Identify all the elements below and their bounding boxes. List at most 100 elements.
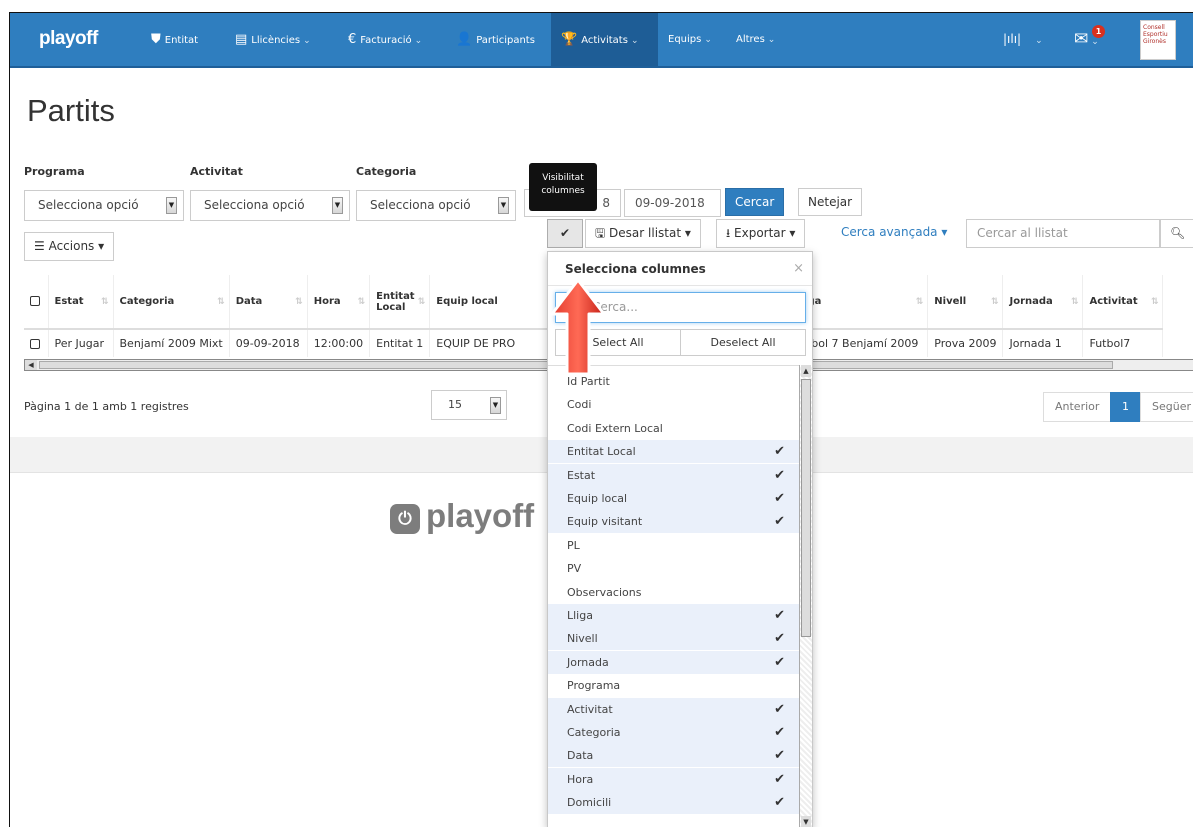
nav-item-stats[interactable]: |ılı| ⌄ [1003,13,1043,66]
column-option-label: Lliga [567,609,593,622]
header-label: Entitat Local [376,290,415,313]
header-label: Equip local [436,296,498,307]
column-option-label: PV [567,562,582,576]
playoff-logo-icon: ⏻ [390,504,420,534]
column-option[interactable]: Categoria ✔ [548,721,799,744]
column-header[interactable]: Entitat Local ⇅ [369,275,431,330]
column-header[interactable]: Estat ⇅ [48,275,114,330]
vertical-scrollbar[interactable]: ▲ ▼ [799,365,812,827]
caret-icon: ▾ [785,226,796,240]
save-list-button[interactable]: 🖫 Desar llistat ▾ [585,219,701,248]
current-page-button[interactable]: 1 [1110,392,1141,422]
cell-categoria: Benjamí 2009 Mixt [113,329,230,357]
header-label: Hora [313,296,341,307]
save-list-label: Desar llistat [609,226,682,240]
nav-item-activitats[interactable]: 🏆 Activitats ⌄ [551,13,658,66]
column-option[interactable]: Domicili ✔ [548,791,799,815]
column-option[interactable]: Codi [548,393,799,416]
nav-item-llicencies[interactable]: ▤ Llicències ⌄ [235,13,311,66]
column-option[interactable]: Lliga ✔ [548,604,799,627]
column-option-label: Data [567,749,594,763]
scroll-thumb[interactable] [801,379,811,637]
column-option-label: Equip local [567,492,628,505]
column-option-label: Programa [567,679,621,693]
nav-item-facturacio[interactable]: € Facturació ⌄ [348,13,422,66]
select-value: Selecciona opció [204,198,305,212]
column-visibility-button[interactable]: ✔ [547,219,583,248]
column-header[interactable]: Data ⇅ [229,275,308,330]
scroll-left-icon[interactable]: ◀ [25,360,37,370]
prev-page-button[interactable]: Anterior [1043,392,1112,422]
organization-logo[interactable]: Consell Esportiu Gironès [1140,20,1176,60]
column-header[interactable]: Jornada ⇅ [1002,275,1084,330]
nav-item-entitat[interactable]: ⛊ Entitat [151,13,198,66]
clear-button[interactable]: Netejar [798,188,863,216]
download-icon: ⭳ [726,226,735,240]
column-option[interactable]: Activitat ✔ [548,697,799,721]
playoff-watermark: ⏻ playoff [390,497,534,535]
column-option[interactable]: Codi Extern Local [548,417,799,440]
column-option[interactable]: Jornada ✔ [548,650,799,674]
list-search-input[interactable]: Cercar al llistat [966,219,1160,248]
column-header[interactable]: Categoria ⇅ [113,275,230,330]
select-value: Selecciona opció [370,198,471,212]
checkbox[interactable] [30,296,40,306]
sort-icon: ⇅ [295,297,303,307]
bar-chart-icon: |ılı| [1003,32,1022,46]
column-header[interactable]: Hora ⇅ [307,275,371,330]
column-option[interactable]: Entitat Local ✔ [548,440,799,464]
column-option[interactable]: Hora ✔ [548,767,799,791]
list-search-button[interactable]: 🔍︎ [1160,219,1193,248]
check-icon: ✔ [774,444,785,460]
nav-item-messages[interactable]: ✉ ⌄ [1074,13,1099,66]
column-option[interactable]: PV [548,557,799,580]
cell-estat: Per Jugar [48,329,114,357]
page-size-select[interactable]: 15 ▼ [431,390,507,420]
close-icon[interactable]: × [793,252,804,286]
chevron-down-icon: ⌄ [1035,36,1043,46]
column-header[interactable]: Nivell ⇅ [927,275,1004,330]
check-icon: ✔ [774,795,785,811]
row-checkbox-cell[interactable] [24,329,49,357]
column-header[interactable]: Activitat ⇅ [1082,275,1164,330]
column-option[interactable]: Nivell ✔ [548,627,799,651]
column-option[interactable]: Estat ✔ [548,463,799,487]
programa-select[interactable]: Selecciona opció ▼ [24,190,184,221]
brand-logo[interactable]: playoff [39,28,98,50]
column-option[interactable]: Equip visitant ✔ [548,510,799,534]
column-option[interactable]: Equip local ✔ [548,487,799,510]
chevron-down-icon: ⌄ [767,35,776,45]
scroll-down-icon[interactable]: ▼ [801,816,811,827]
export-button[interactable]: ⭳ Exportar ▾ [716,219,806,248]
column-option-label: Nivell [567,632,598,646]
column-option[interactable]: Programa [548,674,799,697]
date-to-input[interactable]: 09-09-2018 [624,189,721,217]
dropdown-arrow-icon: ▼ [332,197,343,214]
select-all-checkbox-cell[interactable] [24,275,49,330]
next-page-button[interactable]: Següer [1140,392,1193,422]
nav-item-equips[interactable]: Equips ⌄ [668,13,712,66]
nav-item-participants[interactable]: 👤 Participants [456,13,535,66]
cell-nivell: Prova 2009 [927,329,1004,357]
check-icon: ✔ [774,467,785,483]
nav-label: Participants [476,35,535,46]
nav-item-altres[interactable]: Altres ⌄ [736,13,775,66]
sort-icon: ⇅ [915,297,924,307]
dropdown-arrow-icon: ▼ [498,197,509,214]
column-option[interactable]: Observacions [548,581,799,604]
deselect-all-button[interactable]: Deselect All [680,329,806,356]
search-button[interactable]: Cercar [725,188,785,216]
column-option[interactable]: Data ✔ [548,744,799,768]
categoria-select[interactable]: Selecciona opció ▼ [356,190,516,221]
envelope-icon: ✉ [1074,29,1089,49]
scroll-up-icon[interactable]: ▲ [801,365,811,377]
activitat-select[interactable]: Selecciona opció ▼ [190,190,350,221]
column-option-label: Activitat [567,702,613,716]
top-navbar: playoff ⛊ Entitat ▤ Llicències ⌄ € Facturaci… [10,13,1193,68]
id-card-icon: ▤ [235,32,248,47]
checkbox[interactable] [30,339,40,349]
cell-entitat-local: Entitat 1 [369,329,431,357]
actions-button[interactable]: ☰ Accions ▾ [24,232,115,261]
column-option[interactable]: PL [548,534,799,557]
advanced-search-link[interactable]: Cerca avançada ▾ [841,225,947,239]
